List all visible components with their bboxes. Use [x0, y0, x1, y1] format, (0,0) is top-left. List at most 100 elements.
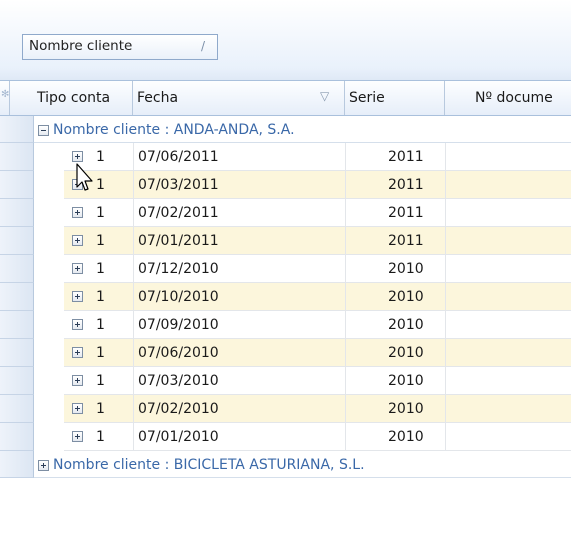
column-divider: [345, 311, 346, 338]
column-divider: [345, 143, 346, 170]
plus-box-icon: [72, 374, 83, 386]
column-divider: [445, 227, 446, 254]
column-divider: [445, 423, 446, 450]
row-selector[interactable]: [0, 395, 34, 423]
table-row[interactable]: 1 07/12/2010 2010: [64, 255, 571, 283]
plus-box-icon: [72, 206, 83, 218]
table-row[interactable]: 1 07/10/2010 2010: [64, 283, 571, 311]
column-divider: [133, 171, 134, 198]
column-divider: [345, 339, 346, 366]
mouse-pointer-icon: [76, 163, 93, 191]
expand-row-icon[interactable]: [72, 316, 83, 332]
collapse-group-icon[interactable]: [38, 124, 49, 136]
row-selector[interactable]: [0, 283, 34, 311]
column-divider: [345, 283, 346, 310]
table-row[interactable]: 1 07/01/2011 2011: [64, 227, 571, 255]
table-row[interactable]: 1 07/02/2010 2010: [64, 395, 571, 423]
group-row[interactable]: Nombre cliente : BICICLETA ASTURIANA, S.…: [34, 451, 571, 478]
group-indent: [34, 367, 65, 395]
cell-serie: 2010: [388, 317, 424, 333]
plus-box-icon: [72, 150, 83, 162]
row-selector[interactable]: [0, 311, 34, 339]
column-divider: [345, 171, 346, 198]
expand-row-icon[interactable]: [72, 428, 83, 444]
table-row[interactable]: 1 07/01/2010 2010: [64, 423, 571, 451]
column-header-tipo[interactable]: Tipo conta: [10, 81, 133, 115]
row-selector[interactable]: [0, 171, 34, 199]
expand-row-icon[interactable]: [72, 344, 83, 360]
cell-tipo: 1: [96, 345, 105, 361]
column-divider: [133, 143, 134, 170]
cell-serie: 2010: [388, 373, 424, 389]
column-divider: [133, 227, 134, 254]
select-all-asterisk-icon[interactable]: ✻: [0, 81, 10, 115]
cell-fecha: 07/06/2011: [138, 149, 219, 165]
cell-serie: 2011: [388, 149, 424, 165]
cell-tipo: 1: [96, 149, 105, 165]
expand-row-icon[interactable]: [72, 372, 83, 388]
table-row[interactable]: 1 07/09/2010 2010: [64, 311, 571, 339]
column-divider: [133, 311, 134, 338]
column-divider: [445, 311, 446, 338]
row-selector[interactable]: [0, 116, 34, 143]
expand-row-icon[interactable]: [72, 148, 83, 164]
column-divider: [133, 395, 134, 422]
cell-fecha: 07/02/2010: [138, 401, 219, 417]
cell-tipo: 1: [96, 429, 105, 445]
cell-serie: 2010: [388, 261, 424, 277]
group-indent: [34, 339, 65, 367]
column-divider: [133, 255, 134, 282]
group-indent: [34, 199, 65, 227]
column-header-serie[interactable]: Serie: [345, 81, 445, 115]
group-by-chip-nombre-cliente[interactable]: Nombre cliente /: [22, 34, 218, 60]
group-by-chip-label: Nombre cliente: [29, 38, 133, 54]
table-row[interactable]: 1 07/06/2011 2011: [64, 143, 571, 171]
row-selector[interactable]: [0, 423, 34, 451]
filter-icon[interactable]: ▽: [320, 89, 329, 103]
cell-fecha: 07/06/2010: [138, 345, 219, 361]
group-indent: [34, 423, 65, 451]
column-divider: [345, 367, 346, 394]
cell-fecha: 07/03/2010: [138, 373, 219, 389]
column-divider: [445, 143, 446, 170]
column-divider: [445, 171, 446, 198]
group-row[interactable]: Nombre cliente : ANDA-ANDA, S.A.: [34, 116, 571, 143]
sort-indicator-icon: /: [201, 39, 206, 53]
column-divider: [345, 255, 346, 282]
expand-row-icon[interactable]: [72, 204, 83, 220]
cell-tipo: 1: [96, 373, 105, 389]
expand-group-icon[interactable]: [38, 459, 49, 471]
expand-row-icon[interactable]: [72, 260, 83, 276]
table-row[interactable]: 1 07/03/2011 2011: [64, 171, 571, 199]
plus-box-icon: [72, 318, 83, 330]
row-selector[interactable]: [0, 255, 34, 283]
row-selector[interactable]: [0, 199, 34, 227]
cell-tipo: 1: [96, 205, 105, 221]
group-indent: [34, 143, 65, 171]
column-divider: [133, 199, 134, 226]
column-divider: [445, 367, 446, 394]
column-divider: [345, 395, 346, 422]
column-header-fecha[interactable]: Fecha ▽: [133, 81, 345, 115]
row-selector[interactable]: [0, 227, 34, 255]
row-selector[interactable]: [0, 339, 34, 367]
expand-row-icon[interactable]: [72, 400, 83, 416]
column-divider: [345, 199, 346, 226]
column-divider: [445, 283, 446, 310]
row-selector[interactable]: [0, 451, 34, 478]
cell-fecha: 07/10/2010: [138, 289, 219, 305]
group-indent: [34, 395, 65, 423]
table-row[interactable]: 1 07/03/2010 2010: [64, 367, 571, 395]
column-divider: [133, 283, 134, 310]
row-selector[interactable]: [0, 143, 34, 171]
column-divider: [133, 367, 134, 394]
column-divider: [345, 227, 346, 254]
row-selector[interactable]: [0, 367, 34, 395]
cell-fecha: 07/01/2011: [138, 233, 219, 249]
expand-row-icon[interactable]: [72, 232, 83, 248]
expand-row-icon[interactable]: [72, 288, 83, 304]
cell-tipo: 1: [96, 261, 105, 277]
column-header-num-documento[interactable]: Nº docume: [445, 81, 571, 115]
table-row[interactable]: 1 07/06/2010 2010: [64, 339, 571, 367]
table-row[interactable]: 1 07/02/2011 2011: [64, 199, 571, 227]
